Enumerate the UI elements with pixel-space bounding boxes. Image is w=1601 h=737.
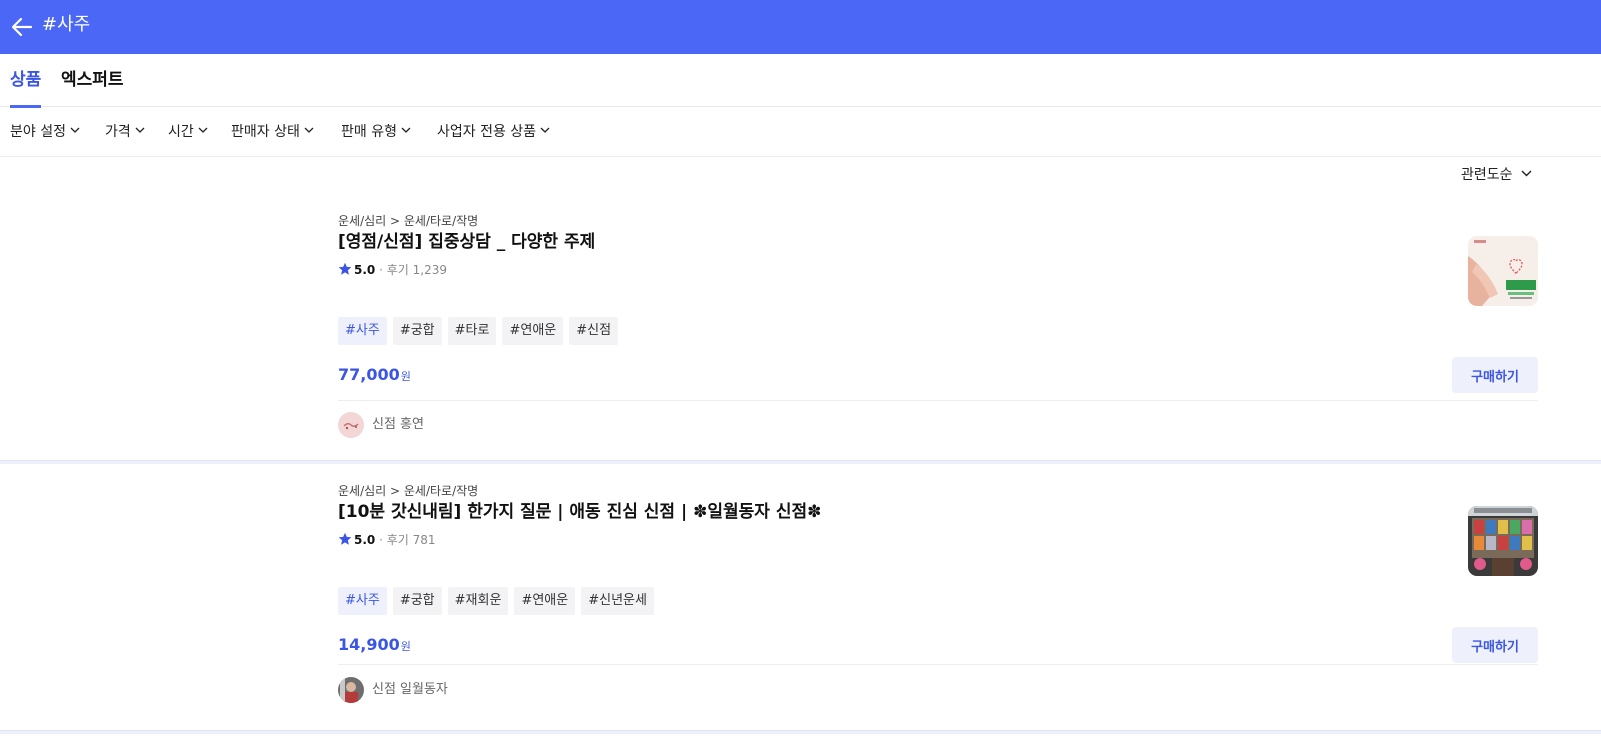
tag-chip[interactable]: #사주 [338, 317, 387, 345]
chevron-down-icon [540, 127, 550, 133]
sort-dropdown[interactable]: 관련도순 [1461, 165, 1532, 185]
filter-label: 가격 [105, 124, 131, 140]
filter-bar: 분야 설정 가격 시간 판매자 상태 판매 유형 사업자 전용 상품 [0, 108, 1601, 157]
tab-products[interactable]: 상품 [10, 69, 42, 108]
rating-score: 5.0 [354, 263, 376, 277]
tag-chip[interactable]: #타로 [447, 317, 497, 345]
chevron-down-icon [401, 127, 411, 133]
filter-business-only[interactable]: 사업자 전용 상품 [437, 122, 550, 142]
product-title[interactable]: [10분 갓신내림] 한가지 질문 | 애동 진심 신점 | ✽일월동자 신점✽ [338, 501, 821, 523]
chevron-down-icon [135, 127, 145, 133]
price-unit: 원 [400, 370, 411, 383]
seller-info[interactable]: 신점 일월동자 [338, 677, 448, 703]
tag-chip[interactable]: #신점 [569, 317, 619, 345]
seller-avatar [338, 412, 364, 438]
product-rating: 5.0 · 후기 1,239 [338, 262, 447, 278]
tag-chip[interactable]: #신년운세 [581, 587, 654, 615]
tab-bar: 상품 엑스퍼트 [0, 54, 1601, 108]
buy-button[interactable]: 구매하기 [1452, 627, 1538, 663]
card-divider [0, 730, 1601, 734]
filter-label: 분야 설정 [10, 124, 66, 140]
tag-chip[interactable]: #사주 [338, 587, 387, 615]
star-icon [338, 262, 352, 275]
tag-chip[interactable]: #재회운 [447, 587, 509, 615]
tag-chip[interactable]: #연애운 [502, 317, 564, 345]
filter-seller-status[interactable]: 판매자 상태 [231, 122, 314, 142]
filter-label: 판매 유형 [341, 124, 397, 140]
seller-name: 신점 일월동자 [372, 682, 448, 697]
buy-button[interactable]: 구매하기 [1452, 357, 1538, 393]
product-price: 77,000원 [338, 365, 411, 387]
tab-experts[interactable]: 엑스퍼트 [61, 69, 124, 91]
seller-name: 신점 홍연 [372, 417, 424, 432]
sort-label: 관련도순 [1461, 167, 1513, 183]
filter-field[interactable]: 분야 설정 [10, 122, 80, 142]
product-breadcrumb: 운세/심리 > 운세/타로/작명 [338, 214, 479, 228]
filter-label: 시간 [168, 124, 194, 140]
review-count: · 후기 1,239 [379, 263, 447, 277]
product-thumbnail[interactable] [1468, 506, 1538, 576]
product-breadcrumb: 운세/심리 > 운세/타로/작명 [338, 484, 479, 498]
page-title: #사주 [42, 14, 91, 35]
product-card[interactable]: 운세/심리 > 운세/타로/작명 [영점/신점] 집중상담 _ 다양한 주제 5… [0, 190, 1601, 460]
product-title[interactable]: [영점/신점] 집중상담 _ 다양한 주제 [338, 231, 595, 253]
seller-info[interactable]: 신점 홍연 [338, 412, 424, 438]
filter-sale-type[interactable]: 판매 유형 [341, 122, 411, 142]
filter-label: 판매자 상태 [231, 124, 300, 140]
divider [338, 400, 1538, 401]
product-rating: 5.0 · 후기 781 [338, 532, 436, 548]
filter-time[interactable]: 시간 [168, 122, 208, 142]
product-price: 14,900원 [338, 635, 411, 657]
tag-chip[interactable]: #연애운 [514, 587, 576, 615]
tag-chip[interactable]: #궁합 [392, 587, 442, 615]
filter-price[interactable]: 가격 [105, 122, 145, 142]
top-app-bar: #사주 [0, 0, 1601, 54]
divider [338, 664, 1538, 665]
tag-list: #사주 #궁합 #타로 #연애운 #신점 [338, 317, 619, 345]
chevron-down-icon [70, 127, 80, 133]
star-icon [338, 532, 352, 545]
price-unit: 원 [400, 640, 411, 653]
price-value: 77,000 [338, 365, 400, 384]
back-button[interactable] [8, 13, 36, 41]
product-thumbnail[interactable] [1468, 236, 1538, 306]
review-count: · 후기 781 [379, 533, 436, 547]
tag-list: #사주 #궁합 #재회운 #연애운 #신년운세 [338, 587, 654, 615]
chevron-down-icon [198, 127, 208, 133]
filter-label: 사업자 전용 상품 [437, 124, 537, 140]
chevron-down-icon [1521, 170, 1532, 177]
rating-score: 5.0 [354, 533, 376, 547]
chevron-down-icon [304, 127, 314, 133]
arrow-left-icon [11, 17, 33, 37]
tag-chip[interactable]: #궁합 [392, 317, 442, 345]
price-value: 14,900 [338, 635, 400, 654]
seller-avatar [338, 677, 364, 703]
product-card[interactable]: 운세/심리 > 운세/타로/작명 [10분 갓신내림] 한가지 질문 | 애동 … [0, 460, 1601, 730]
